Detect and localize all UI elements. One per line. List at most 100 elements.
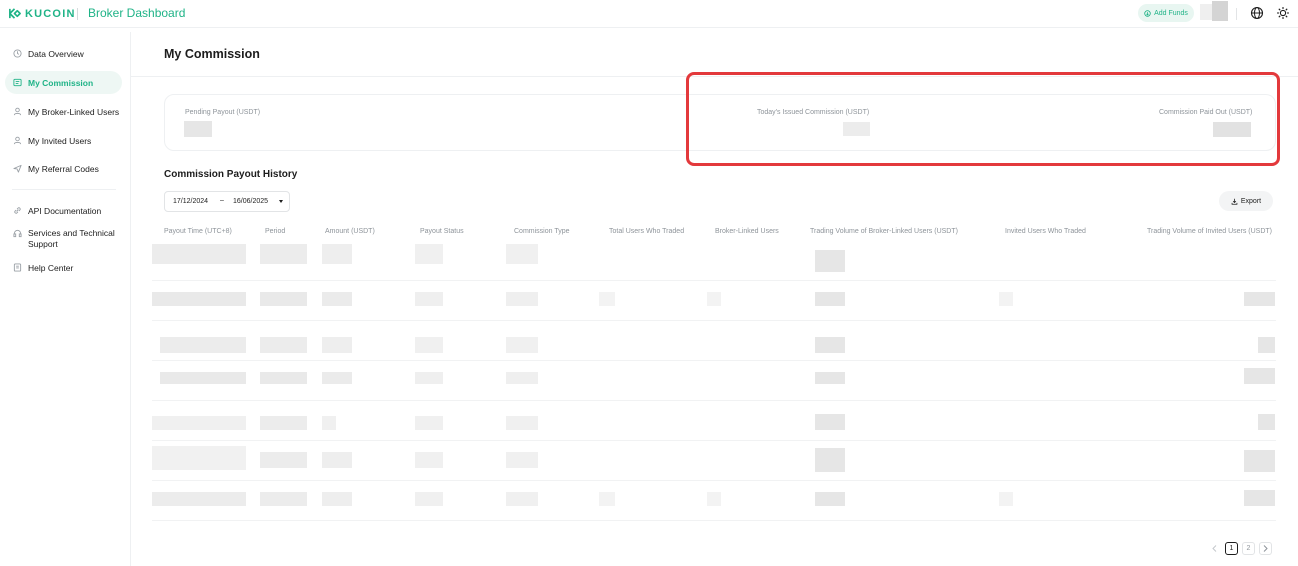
table-row xyxy=(260,292,307,306)
globe-icon[interactable] xyxy=(1250,6,1264,20)
col-invited-users-volume: Trading Volume of Invited Users (USDT) xyxy=(1147,228,1273,235)
table-row xyxy=(815,414,845,430)
sidebar-item-referral-codes[interactable]: My Referral Codes xyxy=(5,157,122,180)
table-row xyxy=(506,492,538,506)
table-row xyxy=(322,292,352,306)
user-icon xyxy=(13,136,22,145)
col-broker-linked-volume: Trading Volume of Broker-Linked Users (U… xyxy=(810,228,958,235)
sidebar-item-broker-linked-users[interactable]: My Broker-Linked Users xyxy=(5,100,122,123)
table-row-divider xyxy=(152,280,1276,281)
table-row xyxy=(415,337,443,353)
export-label: Export xyxy=(1240,197,1262,205)
sidebar-item-label: Services and Technical Support xyxy=(28,228,115,249)
pagination-next[interactable] xyxy=(1259,542,1272,555)
table-row xyxy=(815,250,845,272)
table-row-divider xyxy=(152,360,1276,361)
pagination-page-2[interactable]: 2 xyxy=(1242,542,1255,555)
header-divider-right xyxy=(1236,8,1237,20)
table-row xyxy=(322,337,352,353)
sidebar: Data Overview My Commission My Broker-Li… xyxy=(0,32,131,566)
table-row xyxy=(322,492,352,506)
sidebar-item-label: Help Center xyxy=(28,262,74,273)
brand-name: KUCOIN xyxy=(25,7,76,20)
table-row xyxy=(999,492,1013,506)
pagination-prev[interactable] xyxy=(1208,542,1221,555)
table-row xyxy=(152,416,246,430)
send-icon xyxy=(13,164,22,173)
table-row xyxy=(415,492,443,506)
table-row xyxy=(599,292,615,306)
table-row-divider xyxy=(152,520,1276,521)
table-row-divider xyxy=(152,400,1276,401)
sidebar-item-label: Data Overview xyxy=(28,48,84,59)
page-title: My Commission xyxy=(164,47,260,61)
table-row xyxy=(260,492,307,506)
avatar[interactable] xyxy=(1212,1,1228,21)
table-row xyxy=(415,244,443,264)
sidebar-item-services-support[interactable]: Services and Technical Support xyxy=(5,225,122,253)
table-row xyxy=(1244,490,1275,506)
table-row xyxy=(707,492,721,506)
table-row xyxy=(152,446,246,470)
kucoin-logo-icon xyxy=(9,8,21,19)
table-row xyxy=(815,448,845,472)
table-row xyxy=(260,452,307,468)
table-row xyxy=(815,372,845,384)
table-row xyxy=(506,244,538,264)
highlight-annotation xyxy=(686,72,1280,166)
col-payout-status: Payout Status xyxy=(420,228,464,235)
table-row xyxy=(506,452,538,468)
table-row xyxy=(160,337,246,353)
table-row-divider xyxy=(152,480,1276,481)
table-row xyxy=(152,292,246,306)
table-row xyxy=(152,244,246,264)
download-icon xyxy=(1231,198,1238,205)
col-commission-type: Commission Type xyxy=(514,228,570,235)
sidebar-item-label: My Referral Codes xyxy=(28,163,99,174)
avatar-shadow xyxy=(1200,4,1212,20)
table-row xyxy=(815,492,845,506)
sidebar-item-help-center[interactable]: Help Center xyxy=(5,256,122,279)
kucoin-logo[interactable]: KUCOIN xyxy=(8,7,76,20)
pagination-page-1[interactable]: 1 xyxy=(1225,542,1238,555)
sidebar-item-label: My Commission xyxy=(28,77,94,88)
pending-payout-value-redacted xyxy=(184,121,212,137)
table-row xyxy=(815,292,845,306)
header-divider xyxy=(77,8,78,20)
col-invited-users-traded: Invited Users Who Traded xyxy=(1005,228,1086,235)
sidebar-item-data-overview[interactable]: Data Overview xyxy=(5,42,122,65)
date-range-picker[interactable]: 17/12/2024 – 16/06/2025 xyxy=(164,191,290,212)
date-end[interactable]: 16/06/2025 xyxy=(233,198,268,205)
table-row xyxy=(415,372,443,384)
table-row xyxy=(506,292,538,306)
table-row xyxy=(160,372,246,384)
table-row xyxy=(1244,292,1275,306)
date-start[interactable]: 17/12/2024 xyxy=(173,198,208,205)
sun-icon[interactable] xyxy=(1276,6,1290,20)
sidebar-divider xyxy=(12,189,116,190)
sidebar-item-my-commission[interactable]: My Commission xyxy=(5,71,122,94)
col-total-users-traded: Total Users Who Traded xyxy=(609,228,685,235)
app-title: Broker Dashboard xyxy=(88,6,186,20)
clock-icon xyxy=(13,49,22,58)
sidebar-item-invited-users[interactable]: My Invited Users xyxy=(5,129,122,152)
chevron-down-icon xyxy=(279,200,283,203)
help-icon xyxy=(13,263,22,272)
table-row xyxy=(506,372,538,384)
col-broker-linked-users: Broker-Linked Users xyxy=(715,228,779,235)
export-button[interactable]: Export xyxy=(1219,191,1273,211)
table-row xyxy=(506,416,538,430)
table-row-divider xyxy=(152,440,1276,441)
chevron-right-icon xyxy=(1263,545,1268,552)
table-row xyxy=(322,372,352,384)
link-icon xyxy=(14,207,21,214)
table-row xyxy=(415,416,443,430)
table-row-divider xyxy=(152,320,1276,321)
table-row xyxy=(1258,337,1275,353)
sidebar-item-api-documentation[interactable]: API Documentation xyxy=(5,199,122,222)
table-row xyxy=(322,452,352,468)
table-row xyxy=(999,292,1013,306)
payout-history-title: Commission Payout History xyxy=(164,169,298,180)
table-row xyxy=(322,416,336,430)
add-funds-button[interactable]: Add Funds xyxy=(1138,4,1194,22)
